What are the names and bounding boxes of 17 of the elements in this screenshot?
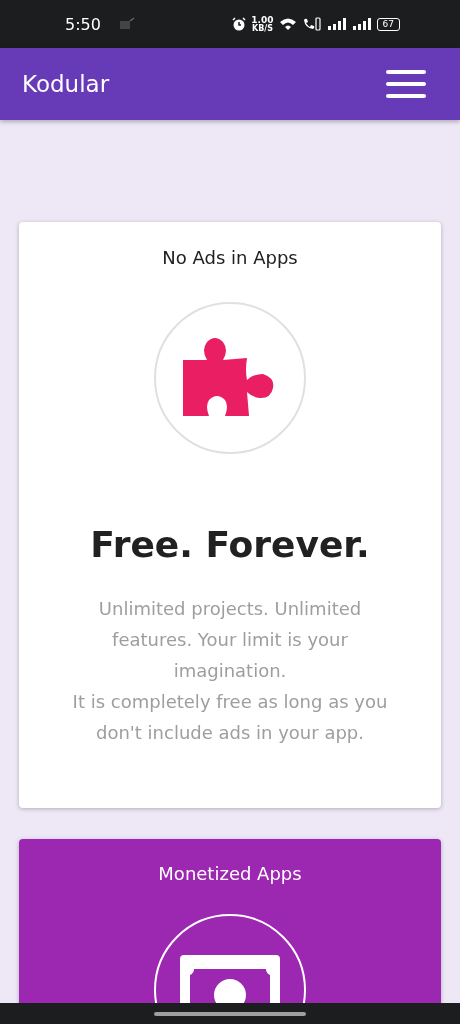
menu-button[interactable] bbox=[386, 69, 426, 99]
alarm-icon bbox=[232, 17, 247, 31]
home-indicator[interactable] bbox=[154, 1011, 306, 1016]
card-heading: No Ads in Apps bbox=[162, 247, 298, 268]
card-heading: Monetized Apps bbox=[158, 863, 302, 884]
menu-icon bbox=[386, 69, 426, 99]
status-time: 5:50 bbox=[65, 14, 101, 34]
app-title: Kodular bbox=[22, 71, 110, 97]
plan-title: Free. Forever. bbox=[90, 524, 370, 565]
plan-description: It is completely free as long as you don't include ads in your app. bbox=[71, 690, 389, 745]
network-speed-unit: KB/S bbox=[251, 24, 273, 33]
wifi-icon bbox=[278, 17, 297, 31]
signal-icon bbox=[351, 17, 372, 31]
network-speed: 1.00 bbox=[251, 15, 274, 25]
signal-icon bbox=[326, 17, 347, 31]
plan-description: Unlimited projects. Unlimited features. Your limit is your imagination. bbox=[97, 597, 363, 683]
battery-indicator: 67 bbox=[376, 17, 400, 31]
